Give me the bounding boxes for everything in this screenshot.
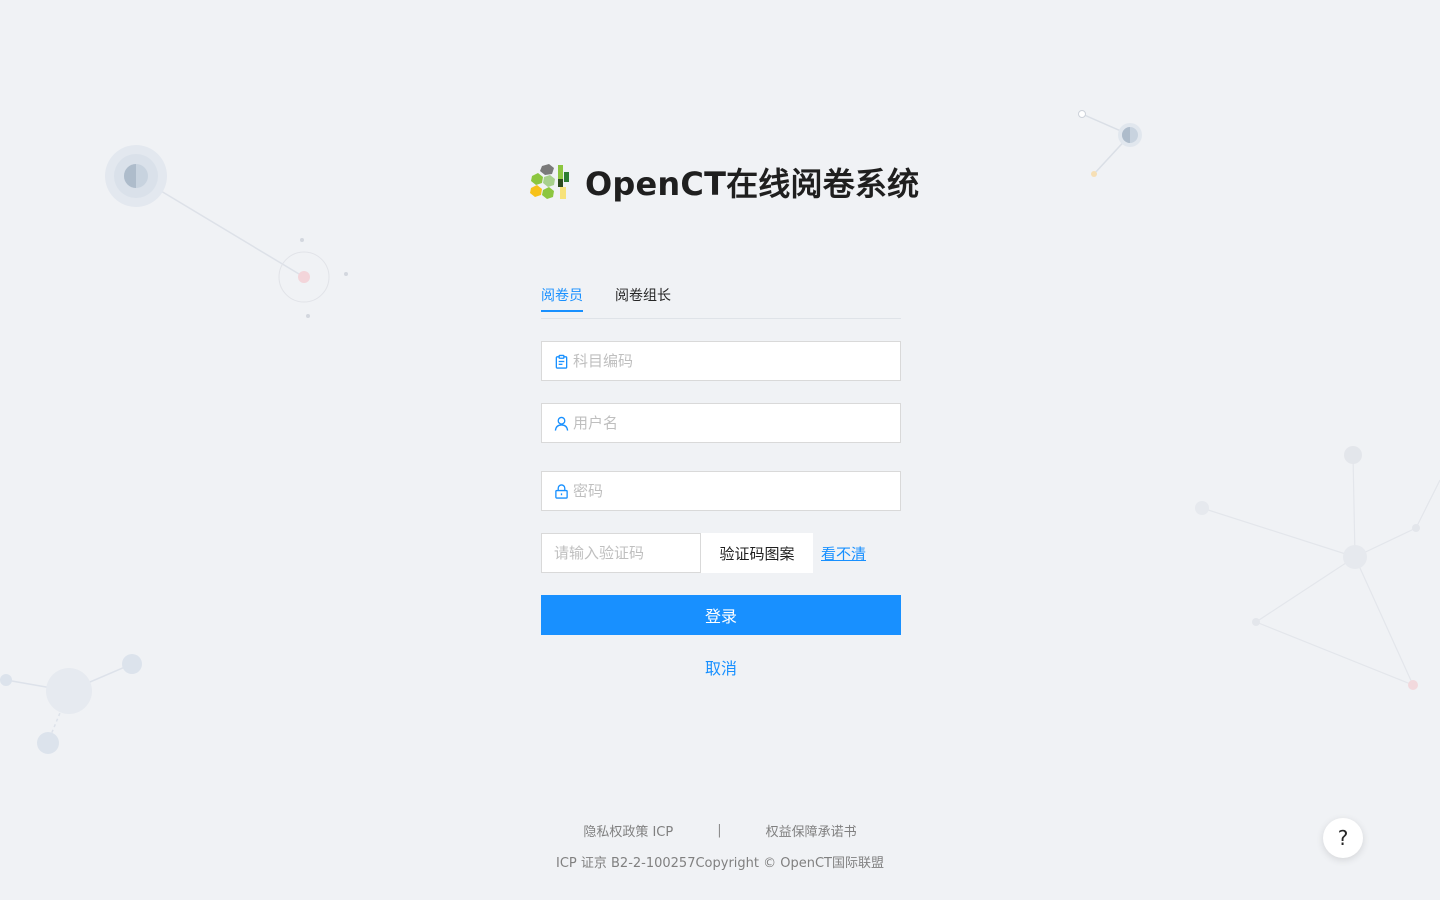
password-input[interactable] xyxy=(573,482,889,500)
footer-links: 隐私权政策 ICP | 权益保障承诺书 xyxy=(0,820,1440,840)
tab-group-leader[interactable]: 阅卷组长 xyxy=(615,282,671,312)
subject-code-field[interactable] xyxy=(541,341,901,381)
captcha-refresh-link[interactable]: 看不清 xyxy=(821,543,866,564)
hexagon-cluster-logo-icon xyxy=(530,164,569,199)
footer: 隐私权政策 ICP | 权益保障承诺书 ICP 证京 B2-2-100257Co… xyxy=(0,820,1440,872)
question-icon: ? xyxy=(1337,826,1349,850)
password-field[interactable] xyxy=(541,471,901,511)
user-icon xyxy=(553,415,569,431)
captcha-input[interactable] xyxy=(554,544,688,562)
tab-marker[interactable]: 阅卷员 xyxy=(541,282,583,312)
copyright-text: ICP 证京 B2-2-100257Copyright © OpenCT国际联盟 xyxy=(555,856,884,871)
rights-guarantee-link[interactable]: 权益保障承诺书 xyxy=(766,821,857,840)
clipboard-icon xyxy=(553,353,569,369)
captcha-image[interactable]: 验证码图案 xyxy=(701,533,813,573)
cancel-button[interactable]: 取消 xyxy=(541,655,901,679)
privacy-policy-link[interactable]: 隐私权政策 ICP xyxy=(583,821,673,840)
page-title: OpenCT在线阅卷系统 xyxy=(585,165,920,203)
footer-separator: | xyxy=(717,822,722,838)
help-button[interactable]: ? xyxy=(1323,818,1363,858)
subject-code-input[interactable] xyxy=(573,352,889,370)
login-form: 阅卷员 阅卷组长 科目编码 用户名 请输入验证码 验证码图案 看不清 登录 取消 xyxy=(541,282,901,679)
username-field[interactable] xyxy=(541,403,901,443)
captcha-row: 验证码图案 看不清 xyxy=(541,533,901,573)
captcha-field[interactable] xyxy=(541,533,701,573)
header: OpenCT在线阅卷系统 xyxy=(527,160,919,204)
role-tabs: 阅卷员 阅卷组长 xyxy=(541,282,901,319)
lock-icon xyxy=(553,483,569,499)
login-button[interactable]: 登录 xyxy=(541,595,901,635)
username-input[interactable] xyxy=(573,414,889,432)
